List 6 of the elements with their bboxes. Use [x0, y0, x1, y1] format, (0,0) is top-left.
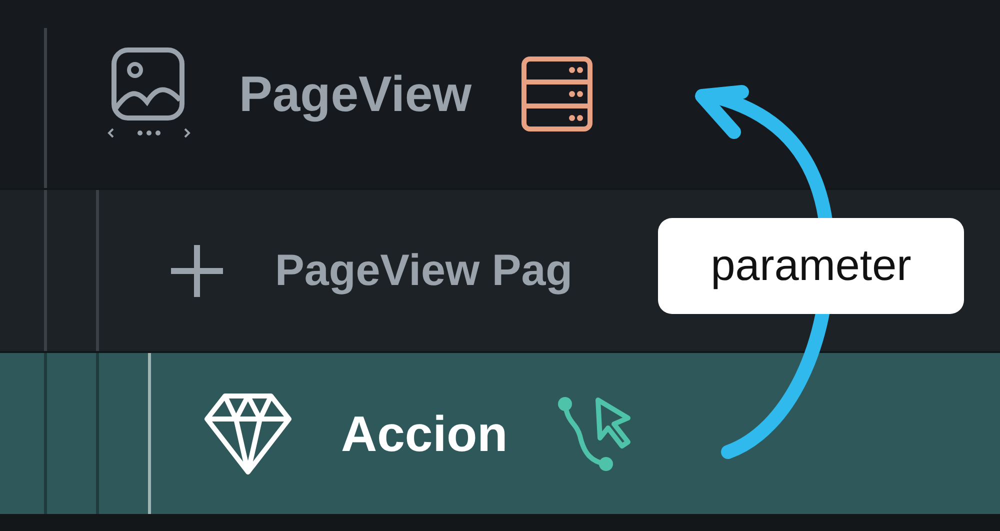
row-label: Accion: [341, 408, 508, 458]
callout-label: parameter: [658, 218, 964, 314]
database-icon: [520, 55, 594, 133]
row-label: PageView Pag: [275, 248, 573, 292]
tree-row[interactable]: Accion: [0, 353, 1000, 514]
diamond-icon: [203, 390, 293, 476]
